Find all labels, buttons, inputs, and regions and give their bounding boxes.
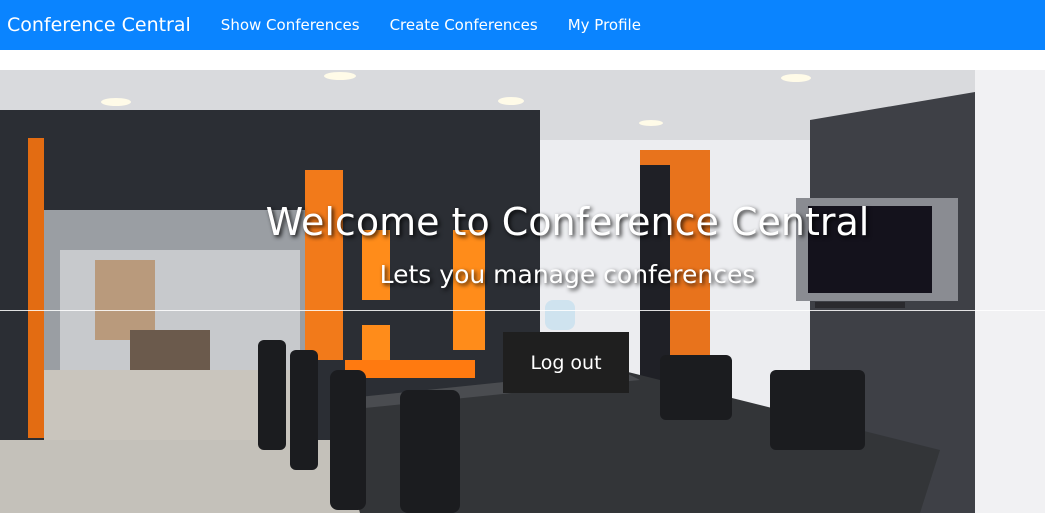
top-navbar: Conference Central Show Conferences Crea… bbox=[0, 0, 1045, 50]
nav-show-conferences[interactable]: Show Conferences bbox=[221, 16, 360, 34]
brand-link[interactable]: Conference Central bbox=[7, 14, 191, 36]
hero-subtitle: Lets you manage conferences bbox=[379, 260, 756, 289]
logout-button[interactable]: Log out bbox=[503, 332, 629, 393]
nav-create-conferences[interactable]: Create Conferences bbox=[390, 16, 538, 34]
nav-my-profile[interactable]: My Profile bbox=[568, 16, 641, 34]
hero-section: Welcome to Conference Central Lets you m… bbox=[0, 70, 1045, 513]
hero-divider bbox=[0, 310, 1045, 311]
hero-title: Welcome to Conference Central bbox=[265, 200, 870, 244]
hero-background-image bbox=[0, 70, 1045, 513]
nav-links: Show Conferences Create Conferences My P… bbox=[221, 16, 671, 34]
